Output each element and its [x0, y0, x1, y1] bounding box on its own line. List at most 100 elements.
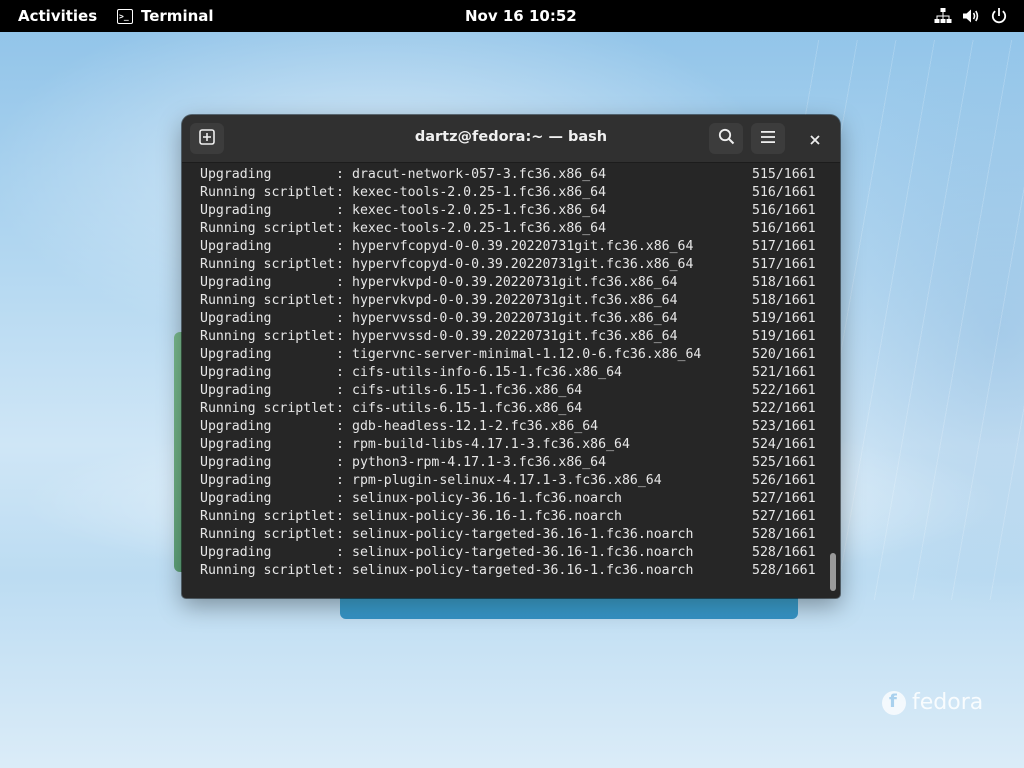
line-progress-count: 528/1661 [752, 563, 816, 578]
terminal-icon: >_ [117, 8, 133, 24]
line-separator: : [336, 221, 344, 236]
close-icon [810, 130, 820, 149]
line-stage: Upgrading [200, 167, 272, 182]
line-stage: Running scriptlet [200, 527, 335, 542]
line-progress-count: 516/1661 [752, 221, 816, 236]
search-button[interactable] [709, 123, 743, 154]
line-separator: : [336, 401, 344, 416]
line-stage: Upgrading [200, 473, 272, 488]
line-package: hypervkvpd-0-0.39.20220731git.fc36.x86_6… [352, 275, 678, 290]
line-stage: Upgrading [200, 347, 272, 362]
fedora-logo-icon [882, 690, 906, 715]
line-progress-count: 522/1661 [752, 383, 816, 398]
line-stage: Running scriptlet [200, 185, 335, 200]
wallpaper-blue-shape [340, 596, 798, 619]
line-package: cifs-utils-info-6.15-1.fc36.x86_64 [352, 365, 622, 380]
line-progress-count: 517/1661 [752, 239, 816, 254]
line-package: hypervvssd-0-0.39.20220731git.fc36.x86_6… [352, 311, 678, 326]
line-stage: Upgrading [200, 455, 272, 470]
line-separator: : [336, 167, 344, 182]
line-progress-count: 523/1661 [752, 419, 816, 434]
line-progress-count: 528/1661 [752, 545, 816, 560]
line-progress-count: 522/1661 [752, 401, 816, 416]
network-icon[interactable] [934, 7, 952, 25]
line-separator: : [336, 473, 344, 488]
line-progress-count: 520/1661 [752, 347, 816, 362]
line-package: selinux-policy-36.16-1.fc36.noarch [352, 509, 622, 524]
line-progress-count: 525/1661 [752, 455, 816, 470]
line-package: rpm-build-libs-4.17.1-3.fc36.x86_64 [352, 437, 630, 452]
volume-icon[interactable] [962, 7, 980, 25]
line-progress-count: 528/1661 [752, 527, 816, 542]
window-headerbar[interactable]: dartz@fedora:~ — bash [182, 115, 840, 163]
line-package: selinux-policy-targeted-36.16-1.fc36.noa… [352, 545, 694, 560]
line-separator: : [336, 365, 344, 380]
line-separator: : [336, 347, 344, 362]
line-package: selinux-policy-36.16-1.fc36.noarch [352, 491, 622, 506]
line-separator: : [336, 185, 344, 200]
line-package: rpm-plugin-selinux-4.17.1-3.fc36.x86_64 [352, 473, 662, 488]
line-separator: : [336, 509, 344, 524]
scrollbar[interactable] [826, 163, 840, 598]
line-progress-count: 519/1661 [752, 311, 816, 326]
line-stage: Running scriptlet [200, 509, 335, 524]
line-stage: Running scriptlet [200, 401, 335, 416]
line-stage: Running scriptlet [200, 563, 335, 578]
hamburger-menu-icon [760, 129, 776, 148]
line-progress-count: 527/1661 [752, 509, 816, 524]
line-stage: Running scriptlet [200, 293, 335, 308]
line-separator: : [336, 203, 344, 218]
line-package: hypervvssd-0-0.39.20220731git.fc36.x86_6… [352, 329, 678, 344]
clock[interactable]: Nov 16 10:52 [465, 7, 577, 25]
line-separator: : [336, 293, 344, 308]
line-package: selinux-policy-targeted-36.16-1.fc36.noa… [352, 563, 694, 578]
line-progress-count: 515/1661 [752, 167, 816, 182]
line-stage: Upgrading [200, 437, 272, 452]
line-package: kexec-tools-2.0.25-1.fc36.x86_64 [352, 221, 607, 236]
activities-button[interactable]: Activities [18, 7, 97, 25]
top-bar: Activities >_ Terminal Nov 16 10:52 [0, 0, 1024, 32]
close-button[interactable] [803, 127, 827, 151]
line-progress-count: 517/1661 [752, 257, 816, 272]
app-menu[interactable]: >_ Terminal [117, 7, 214, 25]
line-package: dracut-network-057-3.fc36.x86_64 [352, 167, 607, 182]
scrollbar-thumb[interactable] [830, 553, 836, 591]
line-separator: : [336, 527, 344, 542]
line-package: python3-rpm-4.17.1-3.fc36.x86_64 [352, 455, 607, 470]
line-separator: : [336, 545, 344, 560]
line-progress-count: 518/1661 [752, 275, 816, 290]
app-name: Terminal [141, 7, 214, 25]
line-separator: : [336, 275, 344, 290]
line-progress-count: 516/1661 [752, 203, 816, 218]
line-separator: : [336, 239, 344, 254]
line-package: kexec-tools-2.0.25-1.fc36.x86_64 [352, 203, 607, 218]
line-progress-count: 521/1661 [752, 365, 816, 380]
line-package: cifs-utils-6.15-1.fc36.x86_64 [352, 383, 583, 398]
system-tray[interactable] [934, 7, 1008, 25]
menu-button[interactable] [751, 123, 785, 154]
line-stage: Upgrading [200, 365, 272, 380]
line-stage: Upgrading [200, 311, 272, 326]
search-icon [718, 128, 735, 149]
line-separator: : [336, 311, 344, 326]
fedora-logo-text: fedora [912, 690, 984, 715]
line-stage: Upgrading [200, 419, 272, 434]
terminal-window[interactable]: dartz@fedora:~ — bash Upgrading: dracut… [182, 115, 840, 598]
line-separator: : [336, 455, 344, 470]
line-package: hypervfcopyd-0-0.39.20220731git.fc36.x86… [352, 239, 694, 254]
line-package: gdb-headless-12.1-2.fc36.x86_64 [352, 419, 599, 434]
line-package: cifs-utils-6.15-1.fc36.x86_64 [352, 401, 583, 416]
line-stage: Running scriptlet [200, 221, 335, 236]
line-stage: Upgrading [200, 239, 272, 254]
line-progress-count: 519/1661 [752, 329, 816, 344]
line-separator: : [336, 563, 344, 578]
line-package: kexec-tools-2.0.25-1.fc36.x86_64 [352, 185, 607, 200]
fedora-watermark: fedora [882, 690, 983, 715]
power-icon[interactable] [990, 7, 1008, 25]
line-separator: : [336, 257, 344, 272]
terminal-output[interactable]: Upgrading: dracut-network-057-3.fc36.x86_… [182, 163, 822, 598]
line-progress-count: 516/1661 [752, 185, 816, 200]
line-progress-count: 518/1661 [752, 293, 816, 308]
line-package: hypervkvpd-0-0.39.20220731git.fc36.x86_6… [352, 293, 678, 308]
line-stage: Upgrading [200, 545, 272, 560]
